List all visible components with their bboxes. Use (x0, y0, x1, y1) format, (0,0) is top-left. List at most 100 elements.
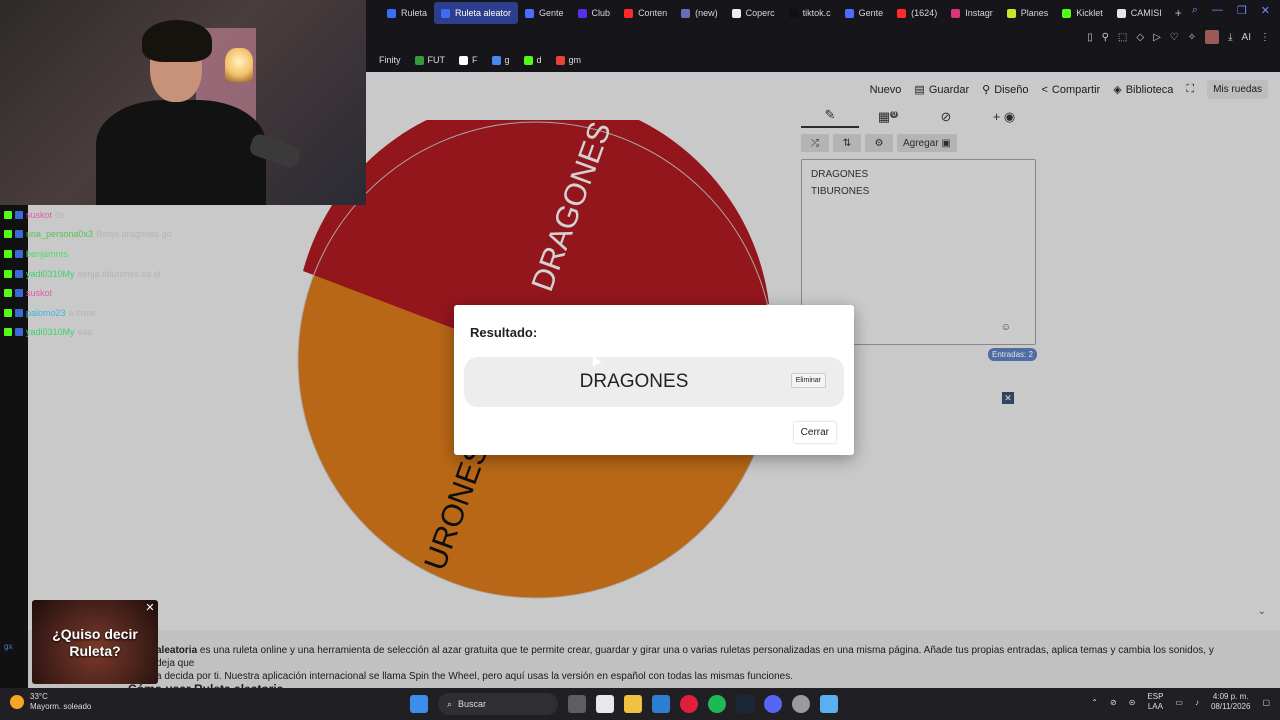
chat-username[interactable]: suskot (26, 210, 52, 220)
browser-tab[interactable]: Planes (1000, 2, 1056, 24)
spotify-icon[interactable] (708, 695, 726, 713)
browser-tab[interactable]: tiktok.c (782, 2, 838, 24)
task-view-icon[interactable] (568, 695, 586, 713)
browser-tab[interactable]: Kicklet (1055, 2, 1110, 24)
bookmark-icon (523, 55, 533, 65)
chat-message: palomo23 a crear (0, 303, 260, 323)
browser-tab[interactable]: Gente (838, 2, 891, 24)
tab-label: Instagr (965, 8, 993, 18)
clock[interactable]: 4:09 p. m. 08/11/2026 (1211, 692, 1250, 712)
network-off-icon[interactable]: ⊘ (1110, 698, 1117, 707)
close-icon[interactable]: ✕ (144, 602, 156, 614)
bookmark-item[interactable]: d (523, 55, 542, 65)
microphone-icon[interactable]: ⊝ (1129, 698, 1136, 707)
eliminar-button[interactable]: Eliminar (790, 373, 826, 388)
file-icon[interactable] (596, 695, 614, 713)
tab-label: Club (591, 8, 611, 18)
chat-username[interactable]: palomo23 (26, 308, 66, 318)
chat-message: suskot (0, 283, 260, 303)
new-tab-button[interactable]: + (1169, 6, 1188, 20)
bookmark-icon (491, 55, 501, 65)
notepad-icon[interactable] (820, 695, 838, 713)
favicon-icon (681, 8, 691, 18)
minimize-icon[interactable]: — (1212, 4, 1223, 17)
folder-icon[interactable] (624, 695, 642, 713)
bookmark-item[interactable]: gm (555, 55, 581, 65)
menu-icon[interactable]: ⋮ (1260, 32, 1270, 43)
browser-tab[interactable]: (new) (674, 2, 725, 24)
badge-icon (4, 328, 12, 337)
browser-tab[interactable]: Conten (617, 2, 674, 24)
restore-icon[interactable]: ❐ (1237, 4, 1247, 17)
browser-tab[interactable]: Ruleta aleator (434, 2, 519, 24)
browser-tab[interactable]: CAMISI (1110, 2, 1169, 24)
ai-icon[interactable]: AI (1242, 32, 1251, 43)
download-icon[interactable]: ⤓ (1228, 32, 1232, 43)
chat-username[interactable]: una_persona0x3 (26, 229, 93, 239)
browser-tab[interactable]: Club (571, 2, 618, 24)
promo-text: ¿Quiso decir Ruleta? (52, 626, 138, 659)
bookmark-item[interactable]: Finity (366, 55, 401, 65)
favicon-icon (788, 8, 798, 18)
bookmark-icon (366, 55, 375, 65)
favicon-icon (387, 8, 396, 18)
chat-message: suskot de (0, 205, 260, 225)
notifications-icon[interactable]: ▢ (1262, 698, 1270, 707)
play-icon[interactable]: ▷ (1153, 32, 1161, 43)
taskbar: 33°C Mayorm. soleado ⌕ Buscar ⌃ ⊘ ⊝ ESP LAA… (0, 688, 1280, 720)
chevron-up-icon[interactable]: ⌃ (1091, 698, 1098, 707)
favicon-icon (897, 8, 907, 18)
tab-label: Coperc (745, 8, 775, 18)
panel-icon[interactable]: ▯ (1087, 32, 1093, 43)
browser-tab[interactable]: Ruleta (380, 2, 434, 24)
chat-username[interactable]: yadi0310My (26, 269, 75, 279)
favicon-icon (1006, 8, 1016, 18)
browser-tab[interactable]: Coperc (725, 2, 782, 24)
steam-icon[interactable] (736, 695, 754, 713)
streamer-body (96, 100, 266, 205)
profile-avatar[interactable] (1205, 30, 1220, 44)
store-icon[interactable] (652, 695, 670, 713)
obs-icon[interactable] (792, 695, 810, 713)
monitor-icon[interactable]: ▭ (1175, 698, 1183, 707)
pin-icon[interactable]: ⚲ (1102, 32, 1109, 43)
chat-text: benja tiburones xd el (77, 268, 161, 279)
volume-icon[interactable]: ♪ (1195, 698, 1199, 707)
badge-icon (15, 210, 23, 219)
favicon-icon (1116, 8, 1126, 18)
bookmark-item[interactable]: F (459, 55, 478, 65)
favicon-icon (951, 8, 961, 18)
screenshot-icon[interactable]: ⬚ (1118, 32, 1127, 43)
badge-icon (15, 328, 23, 337)
cerrar-button[interactable]: Cerrar (793, 422, 836, 443)
close-icon[interactable]: ✕ (1261, 4, 1270, 17)
chat-username[interactable]: yadi0310My (26, 327, 75, 337)
tab-label: Planes (1020, 8, 1049, 18)
side-label: gx (4, 642, 13, 651)
shield-icon[interactable]: ◇ (1136, 32, 1144, 43)
tab-label: Gente (539, 8, 564, 18)
extensions-icon[interactable]: ✧ (1188, 32, 1196, 43)
weather-widget[interactable]: 33°C Mayorm. soleado (10, 692, 91, 712)
screen: Ruleta Ruleta aleator Gente Club Conten (new)… (0, 0, 1280, 720)
chat-username[interactable]: benjamnrs (26, 249, 68, 259)
opera-gx-icon[interactable] (680, 695, 698, 713)
stream-chat: suskot de una_persona0x3 Benja dragones go b… (0, 205, 260, 345)
search-icon[interactable]: ⌕ (1192, 4, 1198, 17)
bookmark-item[interactable]: g (491, 55, 510, 65)
badge-icon (4, 308, 12, 317)
chat-message: benjamnrs (0, 244, 260, 264)
result-box: DRAGONES Eliminar (464, 357, 844, 407)
taskbar-apps: ⌕ Buscar (410, 693, 838, 715)
browser-tab[interactable]: Instagr (944, 2, 1000, 24)
search-icon: ⌕ (447, 698, 453, 709)
taskbar-search[interactable]: ⌕ Buscar (438, 693, 558, 715)
language-indicator[interactable]: ESP LAA (1147, 692, 1163, 712)
windows-start-icon[interactable] (410, 695, 428, 713)
browser-tab[interactable]: Gente (518, 2, 571, 24)
browser-tab[interactable]: (1624) (890, 2, 944, 24)
bookmark-item[interactable]: FUT (414, 55, 445, 65)
chat-username[interactable]: suskot (26, 288, 52, 298)
heart-icon[interactable]: ♡ (1170, 32, 1179, 43)
discord-icon[interactable] (764, 695, 782, 713)
